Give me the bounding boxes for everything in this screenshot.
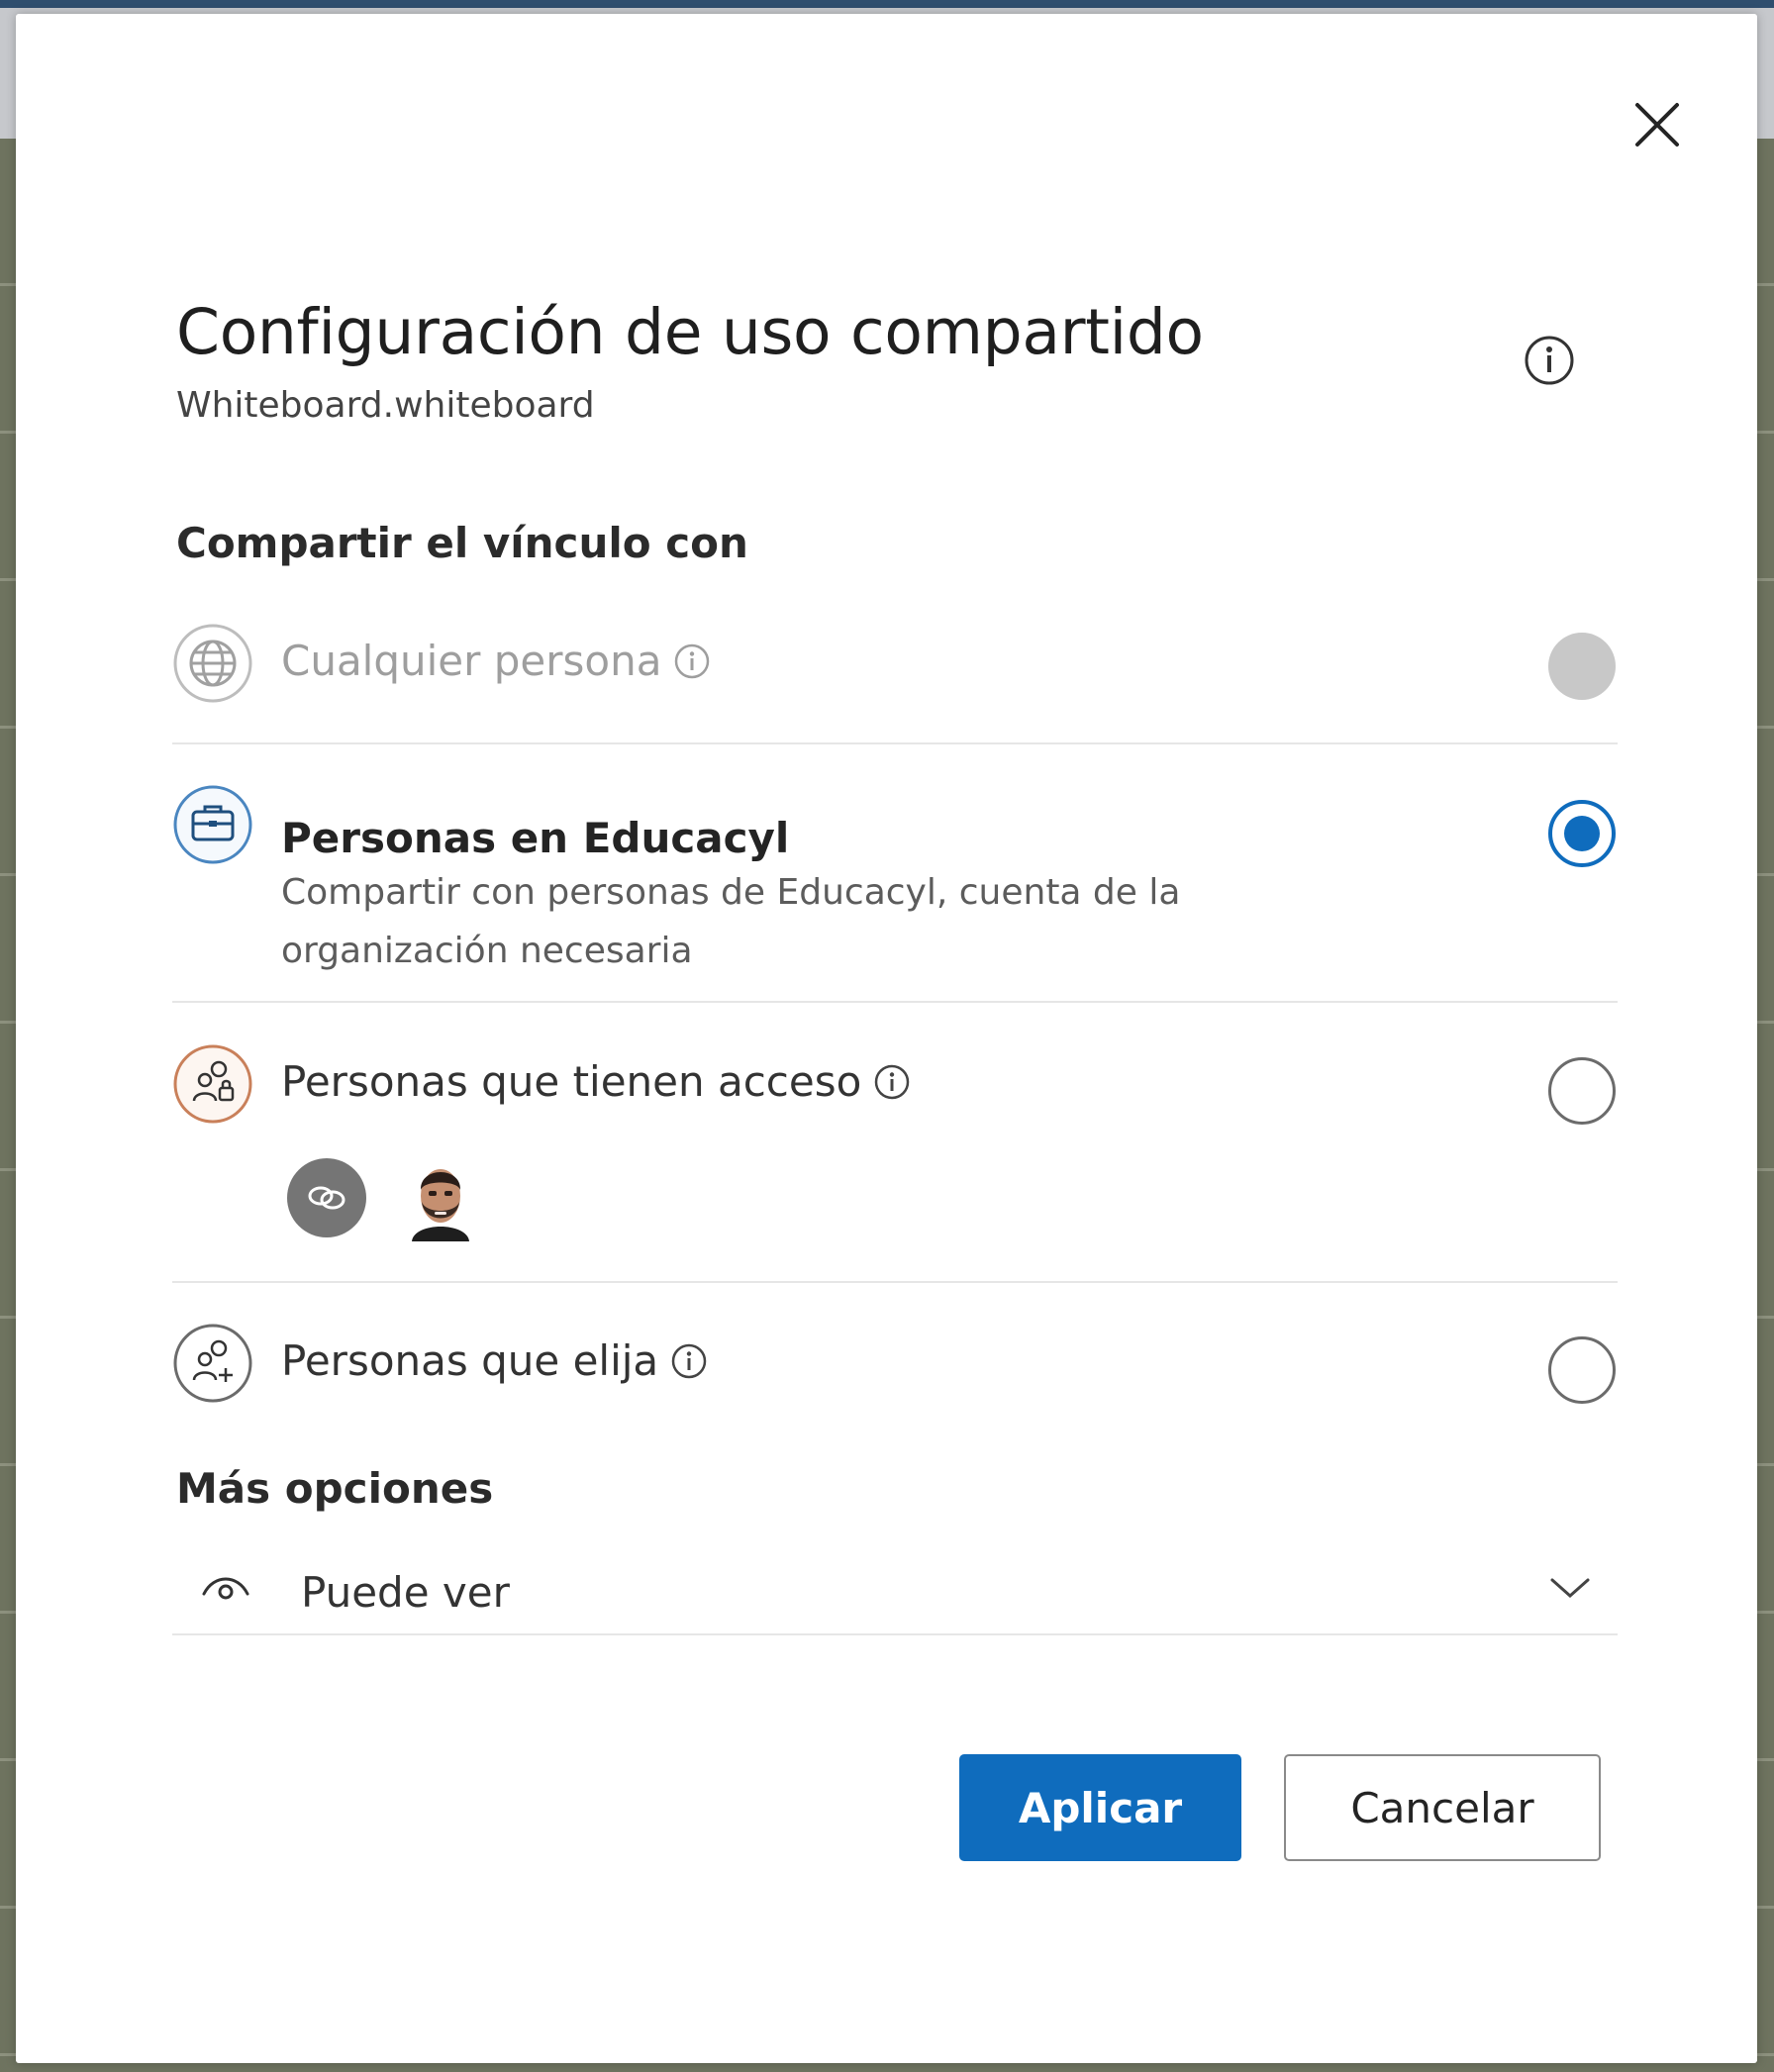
eye-icon [202,1577,249,1600]
sharing-settings-dialog: Configuración de uso compartido Whiteboa… [16,14,1757,2063]
radio-existing-access[interactable] [1548,1057,1616,1125]
info-icon[interactable] [1523,334,1576,387]
share-link-heading: Compartir el vínculo con [176,519,748,567]
divider [172,1633,1618,1635]
chevron-down-icon [1550,1578,1590,1599]
option-organization[interactable]: Personas en Educacyl Compartir con perso… [172,784,1618,1002]
radio-organization[interactable] [1548,800,1616,867]
close-icon [1635,103,1679,147]
info-icon[interactable] [670,1342,708,1380]
file-name: Whiteboard.whiteboard [176,385,595,426]
permission-label: Puede ver [301,1568,510,1617]
permission-dropdown[interactable]: Puede ver [172,1546,1618,1633]
more-options-heading: Más opciones [176,1464,494,1513]
user-avatar [397,1153,484,1241]
briefcase-icon [173,785,252,864]
apply-button[interactable]: Aplicar [959,1754,1241,1861]
background-top-bar [0,0,1774,8]
option-existing-access-label: Personas que tienen acceso [281,1057,862,1106]
people-lock-icon [173,1044,252,1124]
info-icon[interactable] [673,642,711,680]
close-button[interactable] [1626,93,1689,156]
divider [172,742,1618,744]
dialog-title: Configuración de uso compartido [176,296,1204,368]
cancel-button[interactable]: Cancelar [1284,1754,1601,1861]
option-organization-description: Compartir con personas de Educacyl, cuen… [281,872,1181,971]
radio-anyone [1548,633,1616,700]
option-existing-access[interactable]: Personas que tienen acceso [172,1043,1618,1261]
radio-specific-people[interactable] [1548,1336,1616,1404]
option-anyone: Cualquier persona [172,623,1618,741]
info-icon[interactable] [873,1063,911,1101]
link-avatar [287,1158,366,1237]
option-anyone-label: Cualquier persona [281,637,662,685]
divider [172,1281,1618,1283]
option-specific-people[interactable]: Personas que elija [172,1323,1618,1441]
globe-icon [173,624,252,703]
divider [172,1001,1618,1003]
option-specific-people-label: Personas que elija [281,1336,659,1385]
people-add-icon [173,1324,252,1403]
link-icon [308,1186,345,1210]
option-organization-label: Personas en Educacyl [281,814,790,862]
